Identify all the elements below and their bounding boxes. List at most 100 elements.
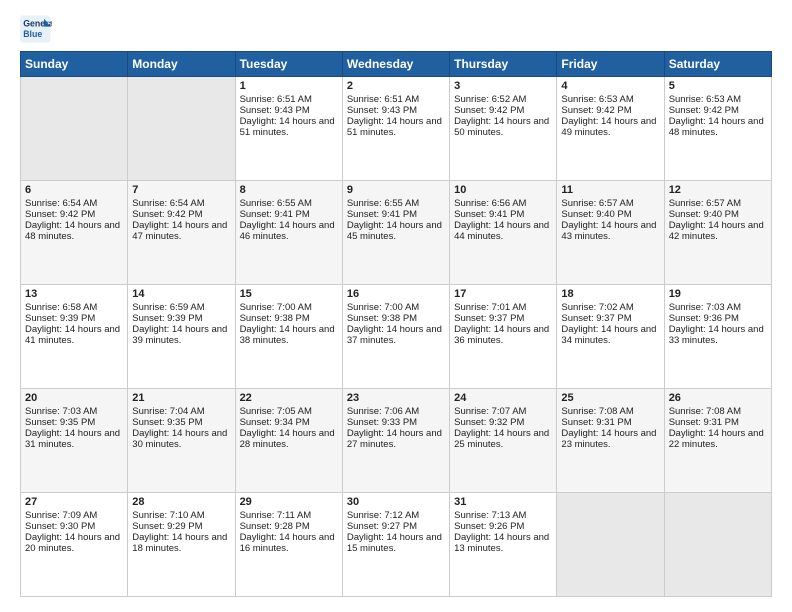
calendar-cell: 19Sunrise: 7:03 AMSunset: 9:36 PMDayligh… xyxy=(664,285,771,389)
page: General Blue SundayMondayTuesdayWednesda… xyxy=(0,0,792,612)
sunset-text: Sunset: 9:40 PM xyxy=(561,209,659,220)
calendar-day-header: Monday xyxy=(128,52,235,77)
sunset-text: Sunset: 9:31 PM xyxy=(561,417,659,428)
daylight-text: Daylight: 14 hours and 42 minutes. xyxy=(669,220,767,242)
calendar-cell: 20 Sunrise: 7:03 AMSunset: 9:35 PMDayligh… xyxy=(21,389,128,493)
daylight-text: Daylight: 14 hours and 45 minutes. xyxy=(347,220,445,242)
day-number: 26 xyxy=(669,392,767,404)
day-number: 22 xyxy=(240,392,338,404)
day-number: 5 xyxy=(669,80,767,92)
sunrise-text: Sunrise: 7:05 AM xyxy=(240,406,338,417)
daylight-text: Daylight: 14 hours and 51 minutes. xyxy=(240,116,338,138)
sunrise-text: Sunrise: 6:57 AM xyxy=(561,198,659,209)
day-number: 25 xyxy=(561,392,659,404)
sunrise-text: Sunrise: 7:09 AM xyxy=(25,510,123,521)
day-number: 21 xyxy=(132,392,230,404)
day-number: 12 xyxy=(669,184,767,196)
sunset-text: Sunset: 9:30 PM xyxy=(25,521,123,532)
calendar-cell: 21Sunrise: 7:04 AMSunset: 9:35 PMDayligh… xyxy=(128,389,235,493)
sunrise-text: Sunrise: 6:55 AM xyxy=(240,198,338,209)
daylight-text: Daylight: 14 hours and 38 minutes. xyxy=(240,324,338,346)
sunset-text: Sunset: 9:38 PM xyxy=(240,313,338,324)
daylight-text: Daylight: 14 hours and 16 minutes. xyxy=(240,532,338,554)
sunset-text: Sunset: 9:37 PM xyxy=(454,313,552,324)
svg-text:Blue: Blue xyxy=(23,29,42,39)
day-number: 17 xyxy=(454,288,552,300)
calendar-cell: 27Sunrise: 7:09 AMSunset: 9:30 PMDayligh… xyxy=(21,493,128,597)
day-number: 30 xyxy=(347,496,445,508)
calendar-cell: 9Sunrise: 6:55 AMSunset: 9:41 PMDaylight… xyxy=(342,181,449,285)
daylight-text: Daylight: 14 hours and 31 minutes. xyxy=(25,428,123,450)
calendar-day-header: Thursday xyxy=(450,52,557,77)
day-number: 23 xyxy=(347,392,445,404)
sunset-text: Sunset: 9:35 PM xyxy=(25,417,123,428)
calendar-cell: 7Sunrise: 6:54 AMSunset: 9:42 PMDaylight… xyxy=(128,181,235,285)
calendar-cell: 1Sunrise: 6:51 AMSunset: 9:43 PMDaylight… xyxy=(235,77,342,181)
calendar-day-header: Wednesday xyxy=(342,52,449,77)
sunset-text: Sunset: 9:41 PM xyxy=(347,209,445,220)
calendar-cell: 26Sunrise: 7:08 AMSunset: 9:31 PMDayligh… xyxy=(664,389,771,493)
sunset-text: Sunset: 9:41 PM xyxy=(454,209,552,220)
sunset-text: Sunset: 9:42 PM xyxy=(25,209,123,220)
calendar-cell: 22Sunrise: 7:05 AMSunset: 9:34 PMDayligh… xyxy=(235,389,342,493)
calendar-cell: 28Sunrise: 7:10 AMSunset: 9:29 PMDayligh… xyxy=(128,493,235,597)
daylight-text: Daylight: 14 hours and 33 minutes. xyxy=(669,324,767,346)
sunrise-text: Sunrise: 6:55 AM xyxy=(347,198,445,209)
sunrise-text: Sunrise: 7:03 AM xyxy=(669,302,767,313)
daylight-text: Daylight: 14 hours and 43 minutes. xyxy=(561,220,659,242)
sunset-text: Sunset: 9:32 PM xyxy=(454,417,552,428)
sunset-text: Sunset: 9:42 PM xyxy=(454,105,552,116)
sunrise-text: Sunrise: 7:03 AM xyxy=(25,406,123,417)
day-number: 29 xyxy=(240,496,338,508)
sunset-text: Sunset: 9:41 PM xyxy=(240,209,338,220)
sunset-text: Sunset: 9:43 PM xyxy=(347,105,445,116)
calendar-cell: 30Sunrise: 7:12 AMSunset: 9:27 PMDayligh… xyxy=(342,493,449,597)
daylight-text: Daylight: 14 hours and 28 minutes. xyxy=(240,428,338,450)
daylight-text: Daylight: 14 hours and 22 minutes. xyxy=(669,428,767,450)
calendar-cell: 8 Sunrise: 6:55 AMSunset: 9:41 PMDaylight… xyxy=(235,181,342,285)
sunrise-text: Sunrise: 7:01 AM xyxy=(454,302,552,313)
calendar-cell xyxy=(664,493,771,597)
daylight-text: Daylight: 14 hours and 34 minutes. xyxy=(561,324,659,346)
sunset-text: Sunset: 9:40 PM xyxy=(669,209,767,220)
day-number: 8 xyxy=(240,184,338,196)
calendar-header-row: SundayMondayTuesdayWednesdayThursdayFrid… xyxy=(21,52,772,77)
header: General Blue xyxy=(20,15,772,43)
calendar-cell: 25Sunrise: 7:08 AMSunset: 9:31 PMDayligh… xyxy=(557,389,664,493)
sunset-text: Sunset: 9:29 PM xyxy=(132,521,230,532)
daylight-text: Daylight: 14 hours and 15 minutes. xyxy=(347,532,445,554)
day-number: 20 xyxy=(25,392,123,404)
day-number: 16 xyxy=(347,288,445,300)
sunset-text: Sunset: 9:38 PM xyxy=(347,313,445,324)
calendar-cell: 14Sunrise: 6:59 AMSunset: 9:39 PMDayligh… xyxy=(128,285,235,389)
sunrise-text: Sunrise: 7:08 AM xyxy=(669,406,767,417)
sunset-text: Sunset: 9:33 PM xyxy=(347,417,445,428)
daylight-text: Daylight: 14 hours and 25 minutes. xyxy=(454,428,552,450)
sunrise-text: Sunrise: 7:00 AM xyxy=(347,302,445,313)
sunset-text: Sunset: 9:39 PM xyxy=(25,313,123,324)
calendar-week-row: 27Sunrise: 7:09 AMSunset: 9:30 PMDayligh… xyxy=(21,493,772,597)
calendar-week-row: 6Sunrise: 6:54 AMSunset: 9:42 PMDaylight… xyxy=(21,181,772,285)
sunset-text: Sunset: 9:27 PM xyxy=(347,521,445,532)
calendar-cell: 4Sunrise: 6:53 AMSunset: 9:42 PMDaylight… xyxy=(557,77,664,181)
sunrise-text: Sunrise: 7:04 AM xyxy=(132,406,230,417)
calendar-cell: 11Sunrise: 6:57 AMSunset: 9:40 PMDayligh… xyxy=(557,181,664,285)
calendar-cell: 13Sunrise: 6:58 AMSunset: 9:39 PMDayligh… xyxy=(21,285,128,389)
day-number: 31 xyxy=(454,496,552,508)
day-number: 24 xyxy=(454,392,552,404)
daylight-text: Daylight: 14 hours and 50 minutes. xyxy=(454,116,552,138)
daylight-text: Daylight: 14 hours and 20 minutes. xyxy=(25,532,123,554)
day-number: 18 xyxy=(561,288,659,300)
sunrise-text: Sunrise: 7:02 AM xyxy=(561,302,659,313)
calendar-day-header: Sunday xyxy=(21,52,128,77)
sunrise-text: Sunrise: 6:53 AM xyxy=(669,94,767,105)
sunset-text: Sunset: 9:42 PM xyxy=(132,209,230,220)
sunrise-text: Sunrise: 6:53 AM xyxy=(561,94,659,105)
daylight-text: Daylight: 14 hours and 30 minutes. xyxy=(132,428,230,450)
day-number: 13 xyxy=(25,288,123,300)
daylight-text: Daylight: 14 hours and 39 minutes. xyxy=(132,324,230,346)
day-number: 1 xyxy=(240,80,338,92)
logo-icon: General Blue xyxy=(20,15,52,43)
daylight-text: Daylight: 14 hours and 46 minutes. xyxy=(240,220,338,242)
sunrise-text: Sunrise: 6:59 AM xyxy=(132,302,230,313)
